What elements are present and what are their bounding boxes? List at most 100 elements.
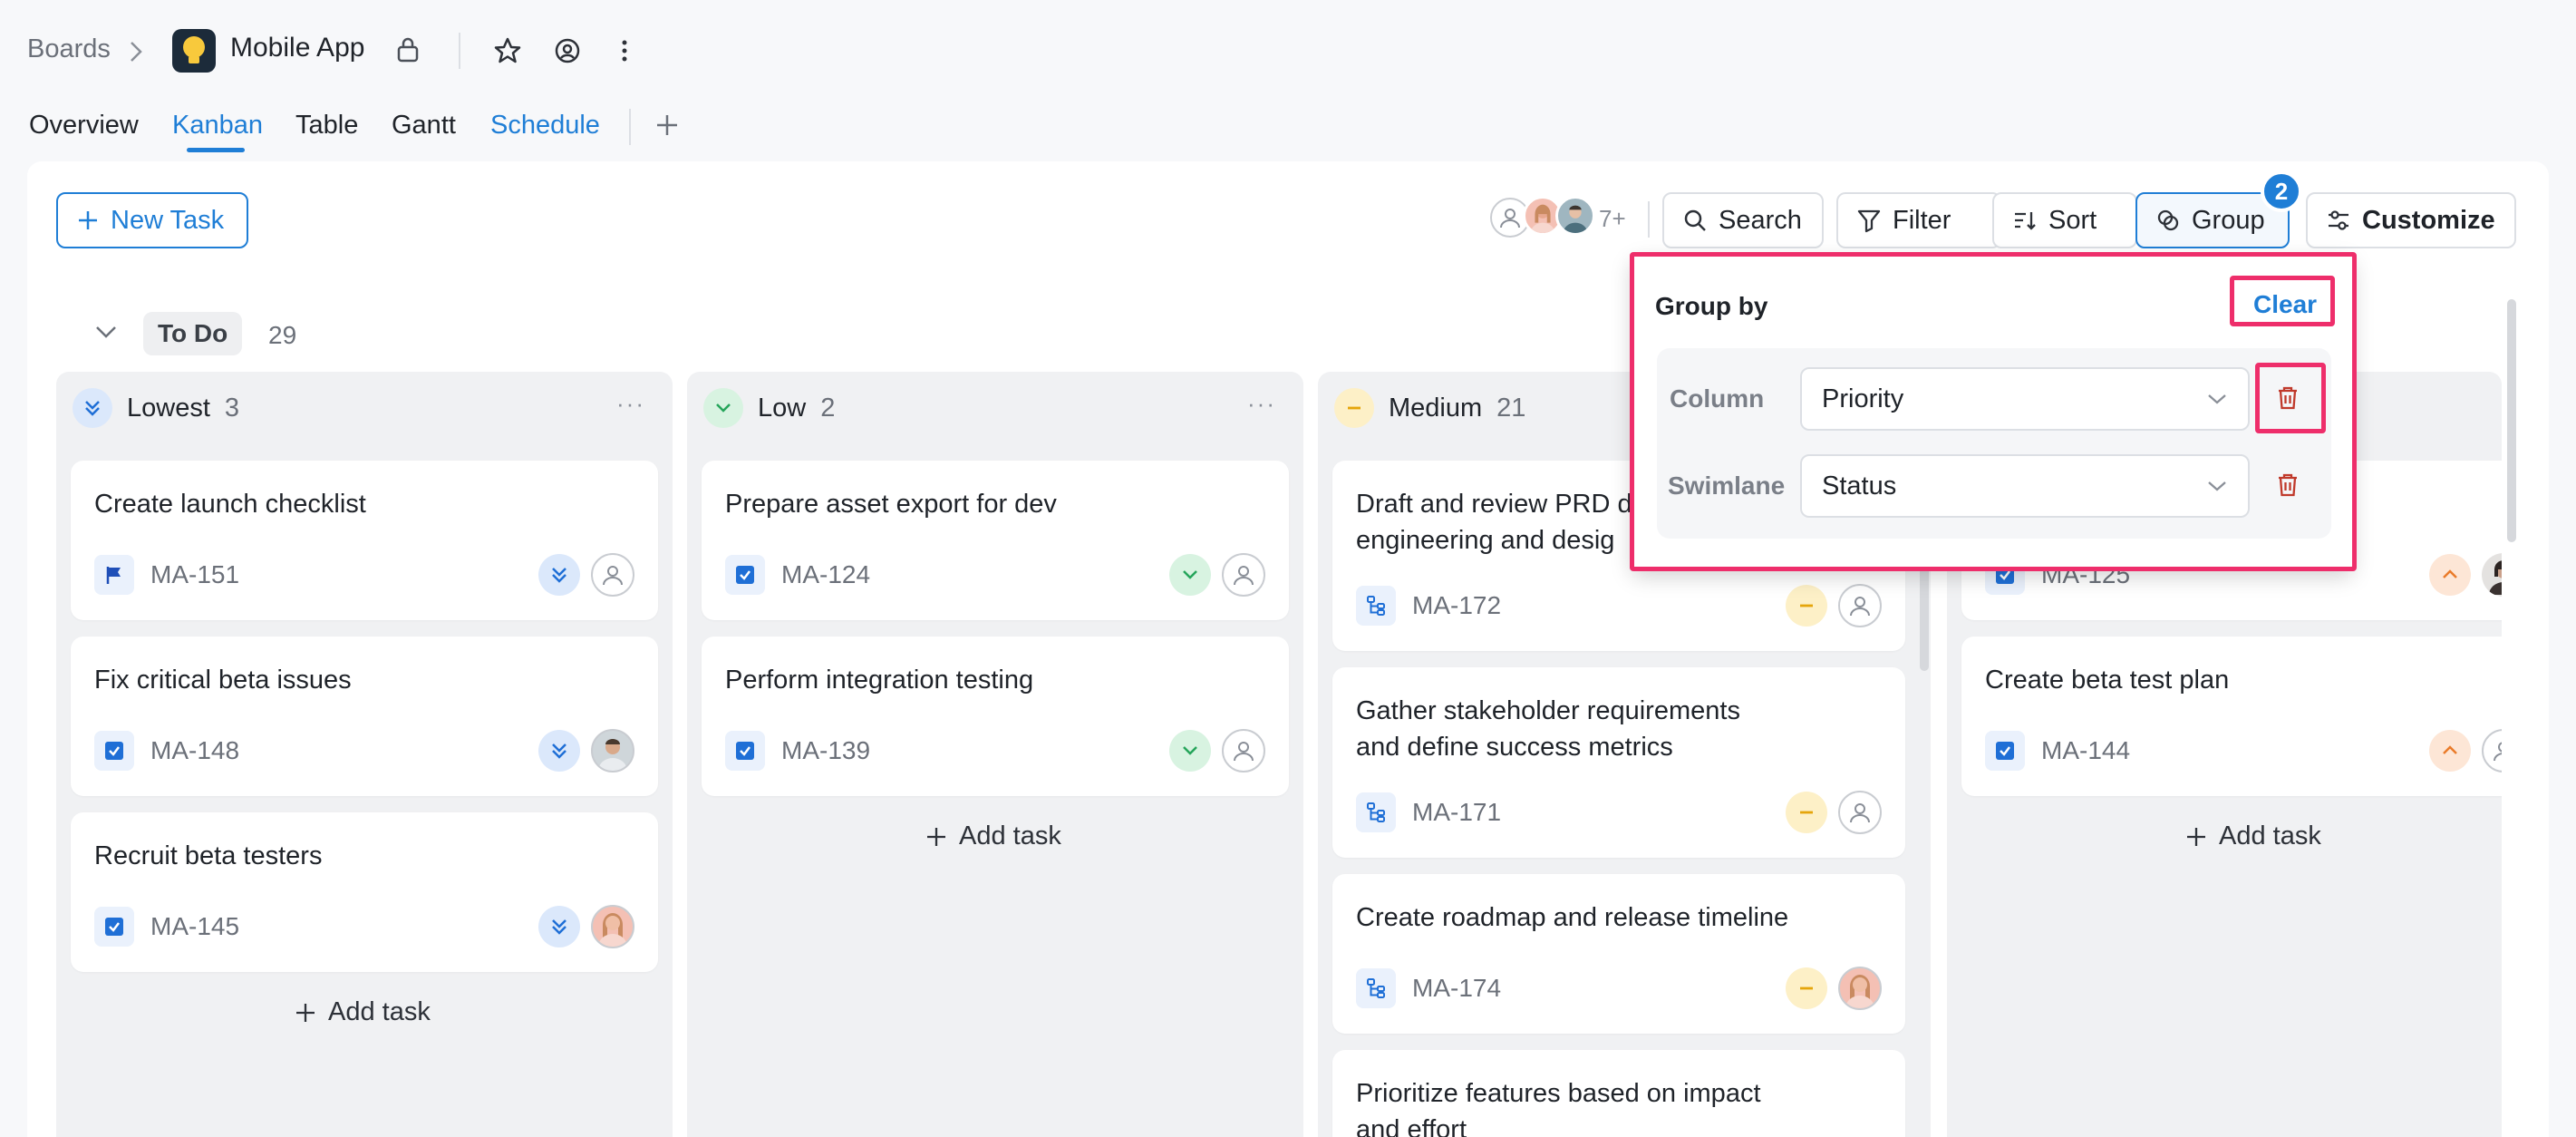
- task-card[interactable]: Create launch checklist MA-151: [71, 461, 658, 620]
- plus-icon: [79, 211, 97, 229]
- filter-button[interactable]: Filter: [1836, 192, 2001, 248]
- tab-kanban[interactable]: Kanban: [172, 111, 263, 141]
- add-task-button[interactable]: Add task: [925, 821, 1061, 851]
- priority-lowest-icon: [538, 554, 580, 596]
- column-title: Lowest: [127, 393, 210, 423]
- filter-icon: [1857, 209, 1881, 233]
- task-checkbox-icon: [1985, 731, 2025, 771]
- delete-swimlane-grouping-icon[interactable]: [2275, 471, 2300, 499]
- unassigned-avatar-icon[interactable]: [1838, 584, 1882, 627]
- card-title: Fix critical beta issues: [94, 666, 352, 695]
- star-icon[interactable]: [493, 36, 522, 65]
- task-card[interactable]: Prioritize features based on impact and …: [1332, 1050, 1905, 1137]
- add-task-button[interactable]: Add task: [2184, 821, 2321, 851]
- customize-label: Customize: [2362, 205, 2495, 235]
- card-title-line: Prioritize features based on impact: [1356, 1079, 1761, 1108]
- add-task-label: Add task: [959, 821, 1061, 850]
- search-label: Search: [1719, 205, 1802, 235]
- tab-gantt[interactable]: Gantt: [392, 111, 456, 141]
- subtask-icon: [1356, 792, 1396, 832]
- divider: [629, 109, 631, 145]
- new-task-label: New Task: [111, 205, 225, 235]
- priority-medium-icon: [1786, 792, 1827, 833]
- swimlane-label: Swimlane: [1668, 471, 1786, 500]
- priority-lowest-icon: [538, 906, 580, 948]
- task-checkbox-icon: [725, 731, 765, 771]
- task-card[interactable]: Recruit beta testers MA-145: [71, 812, 658, 972]
- task-card[interactable]: Prepare asset export for dev MA-124: [702, 461, 1289, 620]
- search-button[interactable]: Search: [1662, 192, 1824, 248]
- avatar[interactable]: [591, 905, 634, 948]
- group-by-title: Group by: [1655, 292, 1768, 320]
- priority-lowest-icon: [538, 730, 580, 772]
- card-title-line: and define success metrics: [1356, 733, 1673, 762]
- customize-button[interactable]: Customize: [2306, 192, 2516, 248]
- card-title: Prioritize features based on impact and …: [1356, 1075, 1791, 1137]
- priority-high-icon: [2429, 554, 2471, 596]
- highlight-delete: [2255, 363, 2326, 433]
- unassigned-avatar-icon[interactable]: [1222, 553, 1265, 597]
- card-key: MA-171: [1412, 798, 1502, 826]
- card-key: MA-124: [781, 560, 871, 588]
- collapse-chevron-icon[interactable]: [94, 325, 118, 339]
- column-title: Low: [758, 393, 807, 423]
- avatar[interactable]: [591, 729, 634, 773]
- task-card[interactable]: Gather stakeholder requirements and defi…: [1332, 667, 1905, 858]
- card-title: Recruit beta testers: [94, 841, 323, 870]
- members-more-count[interactable]: 7+: [1599, 205, 1626, 233]
- priority-medium-icon: [1786, 967, 1827, 1009]
- task-card[interactable]: Perform integration testing MA-139: [702, 637, 1289, 796]
- tab-table[interactable]: Table: [295, 111, 358, 141]
- breadcrumb-boards[interactable]: Boards: [27, 34, 111, 64]
- swimlane-count: 29: [268, 321, 297, 349]
- subtask-icon: [1356, 586, 1396, 626]
- watch-icon[interactable]: [553, 36, 582, 65]
- card-title: Create roadmap and release timeline: [1356, 903, 1789, 932]
- card-key: MA-144: [2041, 736, 2131, 764]
- avatar[interactable]: [1838, 967, 1882, 1010]
- column-more-icon[interactable]: ···: [616, 390, 645, 418]
- swimlane-select[interactable]: Status: [1800, 454, 2250, 518]
- milestone-flag-icon: [94, 555, 134, 595]
- sort-button[interactable]: Sort: [1992, 192, 2137, 248]
- sort-icon: [2015, 212, 2036, 230]
- card-key: MA-151: [150, 560, 240, 588]
- new-task-button[interactable]: New Task: [56, 192, 248, 248]
- more-vertical-icon[interactable]: [618, 36, 631, 65]
- task-card[interactable]: Create roadmap and release timeline MA-1…: [1332, 874, 1905, 1034]
- unassigned-avatar-icon[interactable]: [1222, 729, 1265, 773]
- priority-medium-icon: [1786, 585, 1827, 627]
- task-card[interactable]: Fix critical beta issues MA-148: [71, 637, 658, 796]
- card-key: MA-139: [781, 736, 871, 764]
- swimlane-status-pill: To Do: [143, 312, 243, 355]
- column-more-icon[interactable]: ···: [1247, 390, 1276, 418]
- add-task-button[interactable]: Add task: [294, 997, 431, 1027]
- unassigned-avatar-icon[interactable]: [591, 553, 634, 597]
- column-select-value: Priority: [1822, 384, 1904, 413]
- column-title: Medium: [1389, 393, 1483, 423]
- chevron-down-icon: [2208, 394, 2226, 404]
- group-icon: [2157, 209, 2179, 231]
- plus-icon: [927, 827, 945, 846]
- task-card[interactable]: Create beta test plan MA-144: [1961, 637, 2525, 796]
- add-task-label: Add task: [2219, 821, 2321, 850]
- add-tab-icon[interactable]: [654, 112, 680, 138]
- column-lowest: Lowest 3 ··· Create launch checklist MA-…: [56, 372, 673, 1137]
- board-scrollbar[interactable]: [2507, 299, 2516, 542]
- column-count: 3: [224, 393, 240, 423]
- group-count-badge: 2: [2261, 170, 2302, 212]
- divider: [1648, 201, 1650, 238]
- tab-schedule[interactable]: Schedule: [490, 111, 600, 141]
- column-select[interactable]: Priority: [1800, 367, 2250, 431]
- tab-overview[interactable]: Overview: [29, 111, 139, 141]
- unassigned-avatar-icon[interactable]: [1838, 791, 1882, 834]
- lock-icon[interactable]: [395, 36, 421, 63]
- swimlane-select-value: Status: [1822, 471, 1897, 500]
- card-title-line: and effort: [1356, 1115, 1467, 1137]
- avatar[interactable]: [1555, 196, 1595, 236]
- column-count: 21: [1496, 393, 1526, 423]
- chevron-down-icon: [2208, 481, 2226, 491]
- sort-label: Sort: [2048, 205, 2097, 235]
- task-checkbox-icon: [94, 907, 134, 947]
- active-tab-indicator: [187, 148, 245, 152]
